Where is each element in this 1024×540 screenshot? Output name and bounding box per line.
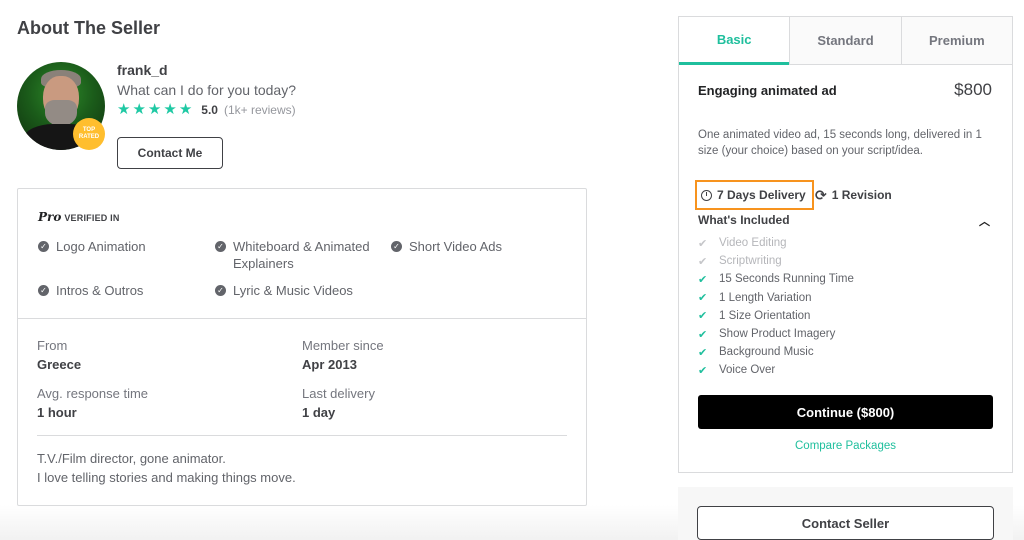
section-divider — [18, 318, 586, 319]
compare-packages-label[interactable]: Compare Packages — [795, 440, 896, 452]
feature-item: ✔ Show Product Imagery — [698, 325, 854, 343]
check-icon: ✔ — [698, 346, 708, 359]
feature-label: 15 Seconds Running Time — [719, 273, 854, 286]
continue-button[interactable]: Continue ($800) — [698, 395, 993, 429]
pro-logo-icon: Pro — [38, 210, 62, 224]
feature-label: Background Music — [719, 346, 814, 359]
verified-skill: ✓ Lyric & Music Videos — [215, 282, 353, 299]
feature-label: 1 Size Orientation — [719, 309, 811, 322]
verified-in-label: VERIFIED IN — [64, 213, 120, 223]
check-icon: ✔ — [698, 255, 708, 268]
check-icon: ✔ — [698, 364, 708, 377]
contact-seller-button[interactable]: Contact Seller — [697, 506, 994, 540]
verified-skill: ✓ Intros & Outros — [38, 282, 143, 299]
stat-member-since-label: Member since — [302, 338, 384, 353]
feature-item: ✔ Voice Over — [698, 361, 854, 379]
revisions-label: 1 Revision — [831, 188, 892, 202]
revisions: ⟳ 1 Revision — [815, 188, 892, 202]
check-circle-icon: ✓ — [38, 285, 49, 296]
delivery-time: 7 Days Delivery — [695, 180, 814, 210]
skill-label: Intros & Outros — [56, 283, 144, 298]
check-circle-icon: ✓ — [391, 241, 402, 252]
check-icon: ✔ — [698, 328, 708, 341]
feature-item: ✔ Background Music — [698, 343, 854, 361]
seller-rating: ★ ★ ★ ★ ★ 5.0 (1k+ reviews) — [117, 102, 296, 118]
seller-bio: T.V./Film director, gone animator. I lov… — [37, 449, 296, 487]
compare-packages-link: Compare Packages — [679, 440, 1012, 452]
feature-list: ✔ Video Editing ✔ Scriptwriting ✔ 15 Second… — [698, 234, 854, 380]
review-count[interactable]: (1k+ reviews) — [224, 103, 296, 117]
package-price: $800 — [954, 80, 992, 99]
star-icon: ★ — [132, 101, 146, 118]
skill-label: Logo Animation — [56, 239, 146, 254]
stat-from-label: From — [37, 338, 68, 353]
check-icon: ✔ — [698, 273, 708, 286]
bio-divider — [37, 435, 567, 436]
tab-basic[interactable]: Basic — [679, 17, 790, 65]
check-circle-icon: ✓ — [215, 241, 226, 252]
top-rated-badge: TOP RATED — [73, 118, 105, 150]
seller-name[interactable]: frank_d — [117, 62, 168, 78]
tab-standard[interactable]: Standard — [789, 17, 901, 64]
contact-seller-panel: Contact Seller — [678, 487, 1013, 540]
stat-member-since-value: Apr 2013 — [302, 357, 357, 372]
pro-verified-heading: Pro VERIFIED IN — [38, 210, 120, 224]
top-rated-badge-line1: TOP — [82, 127, 96, 133]
verified-skill: ✓ Whiteboard & Animated Explainers — [215, 238, 390, 272]
delivery-label: 7 Days Delivery — [717, 188, 806, 202]
stat-response-time-value: 1 hour — [37, 405, 77, 420]
bio-line: T.V./Film director, gone animator. — [37, 451, 226, 466]
star-icon: ★ — [147, 101, 162, 118]
avatar-beard — [45, 100, 77, 126]
chevron-up-icon[interactable]: ︿ — [979, 213, 990, 229]
check-icon: ✔ — [698, 310, 708, 323]
check-circle-icon: ✓ — [215, 285, 226, 296]
refresh-icon: ⟳ — [815, 187, 827, 203]
about-seller-heading: About The Seller — [17, 18, 161, 38]
verified-skill: ✓ Logo Animation — [38, 238, 146, 255]
rating-score: 5.0 — [201, 103, 218, 117]
package-tabs: Basic Standard Premium — [679, 17, 1012, 65]
verified-skill: ✓ Short Video Ads — [391, 238, 502, 255]
tab-premium[interactable]: Premium — [900, 17, 1012, 64]
skill-label: Whiteboard & Animated Explainers — [233, 239, 370, 271]
star-icon: ★ — [178, 101, 193, 118]
feature-label: Voice Over — [719, 364, 776, 377]
stat-from-value: Greece — [37, 357, 82, 372]
contact-me-button[interactable]: Contact Me — [117, 137, 223, 169]
check-icon: ✔ — [698, 292, 708, 305]
skill-label: Short Video Ads — [409, 239, 502, 254]
feature-item: ✔ Video Editing — [698, 234, 854, 252]
seller-info-box: Pro VERIFIED IN ✓ Logo Animation ✓ White… — [17, 188, 587, 506]
stat-response-time-label: Avg. response time — [37, 386, 149, 401]
feature-item: ✔ Scriptwriting — [698, 252, 854, 270]
feature-label: 1 Length Variation — [719, 291, 812, 304]
feature-label: Video Editing — [719, 237, 787, 250]
star-icon: ★ — [163, 101, 177, 118]
top-rated-badge-line2: RATED — [78, 134, 100, 140]
check-icon: ✔ — [698, 237, 708, 250]
feature-label: Scriptwriting — [719, 255, 782, 268]
feature-item: ✔ 1 Length Variation — [698, 289, 854, 307]
stat-last-delivery-value: 1 day — [302, 405, 336, 420]
bio-line: I love telling stories and making things… — [37, 470, 296, 485]
check-circle-icon: ✓ — [38, 241, 49, 252]
star-icon: ★ — [117, 101, 131, 118]
skill-label: Lyric & Music Videos — [233, 283, 353, 298]
package-description: One animated video ad, 15 seconds long, … — [698, 129, 982, 157]
seller-tagline: What can I do for you today? — [117, 82, 296, 98]
stat-last-delivery-label: Last delivery — [302, 386, 375, 401]
feature-item: ✔ 15 Seconds Running Time — [698, 270, 854, 288]
package-title: Engaging animated ad — [698, 83, 837, 98]
clock-icon — [701, 189, 712, 201]
feature-item: ✔ 1 Size Orientation — [698, 307, 854, 325]
whats-included-heading[interactable]: What's Included — [698, 213, 790, 227]
package-panel: Basic Standard Premium Engaging animated… — [678, 16, 1013, 473]
feature-label: Show Product Imagery — [719, 328, 836, 341]
